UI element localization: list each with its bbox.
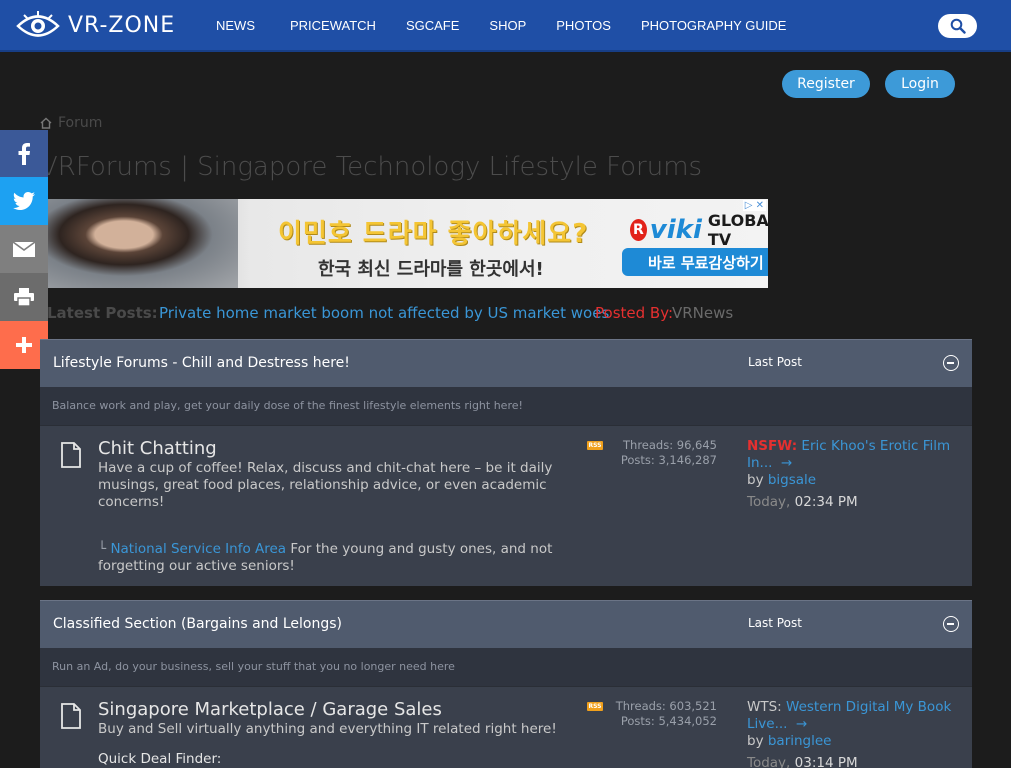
rss-icon[interactable]: RSS	[587, 441, 603, 450]
nav-news[interactable]: NEWS	[216, 18, 255, 33]
posted-by-label: Posted By:	[595, 304, 674, 322]
home-icon[interactable]	[40, 117, 52, 129]
latest-post-author[interactable]: VRNews	[672, 304, 733, 322]
section-description: Balance work and play, get your daily do…	[40, 387, 972, 425]
nav-photos[interactable]: PHOTOS	[556, 18, 611, 33]
ad-headline: 이민호 드라마 좋아하세요?	[278, 219, 589, 249]
section-description-text: Balance work and play, get your daily do…	[52, 399, 523, 412]
print-share-button[interactable]	[0, 273, 48, 321]
go-to-post-icon[interactable]: →	[777, 455, 792, 471]
top-nav: VR-ZONE NEWS PRICEWATCH SGCAFE SHOP PHOT…	[0, 0, 1011, 52]
last-post-user[interactable]: bigsale	[768, 472, 816, 488]
nav-pricewatch[interactable]: PRICEWATCH	[290, 18, 376, 33]
section-title[interactable]: Classified Section (Bargains and Lelongs…	[53, 616, 342, 632]
section-header-lifestyle: Lifestyle Forums - Chill and Destress he…	[40, 339, 972, 387]
last-post-info: WTS: Western Digital My Book Live... → b…	[747, 699, 952, 768]
collapse-icon[interactable]	[943, 616, 959, 632]
logo[interactable]: VR-ZONE	[14, 9, 175, 41]
ad-brand: R viki GLOBAL TV	[630, 211, 768, 249]
section-title[interactable]: Lifestyle Forums - Chill and Destress he…	[53, 355, 350, 371]
last-post-header: Last Post	[748, 616, 802, 630]
latest-posts-label: Latest Posts:	[47, 304, 158, 322]
ad-brand-r-icon: R	[630, 219, 647, 241]
twitter-share-button[interactable]	[0, 177, 48, 225]
twitter-icon	[13, 192, 35, 210]
quick-deal-finder-label: Quick Deal Finder:	[98, 751, 222, 767]
plus-icon	[16, 337, 32, 353]
facebook-icon	[18, 143, 30, 165]
forum-stats: Threads: 96,645 Posts: 3,146,287	[621, 438, 717, 468]
email-share-button[interactable]	[0, 225, 48, 273]
subforum-national-service: └ National Service Info Area For the you…	[98, 541, 568, 575]
facebook-share-button[interactable]	[0, 130, 48, 178]
last-post-time: 02:34 PM	[794, 494, 858, 510]
print-icon	[14, 288, 34, 306]
forum-title[interactable]: Chit Chatting	[98, 438, 217, 459]
nav-shop[interactable]: SHOP	[489, 18, 526, 33]
document-icon	[61, 703, 81, 729]
email-icon	[13, 241, 35, 257]
logo-text: VR-ZONE	[68, 12, 176, 38]
post-count: Posts: 5,434,052	[620, 714, 717, 728]
section-description: Run an Ad, do your business, sell your s…	[40, 648, 972, 686]
ad-photo	[48, 199, 238, 288]
search-button[interactable]	[938, 14, 977, 38]
subforum-marker-icon: └	[98, 541, 107, 557]
thread-count: Threads: 96,645	[623, 438, 717, 452]
ad-banner[interactable]: 이민호 드라마 좋아하세요? 한국 최신 드라마를 한곳에서! R viki G…	[48, 199, 768, 288]
breadcrumb-forum[interactable]: Forum	[58, 115, 102, 131]
last-post-info: NSFW: Eric Khoo's Erotic Film In... → by…	[747, 438, 952, 511]
latest-posts: Latest Posts: Private home market boom n…	[47, 304, 733, 322]
last-post-user[interactable]: baringlee	[768, 733, 832, 749]
last-post-day: Today,	[747, 494, 791, 510]
last-post-prefix: NSFW:	[747, 438, 798, 454]
page-title: VRForums | Singapore Technology Lifestyl…	[40, 152, 703, 182]
last-post-prefix: WTS:	[747, 699, 782, 715]
main-nav: NEWS PRICEWATCH SGCAFE SHOP PHOTOS PHOTO…	[216, 18, 816, 33]
nav-photography-guide[interactable]: PHOTOGRAPHY GUIDE	[641, 18, 786, 33]
latest-post-link[interactable]: Private home market boom not affected by…	[159, 304, 609, 322]
last-post-by: by	[747, 472, 764, 488]
register-button[interactable]: Register	[782, 70, 870, 98]
adchoices-icon[interactable]: ▷ ✕	[742, 200, 766, 211]
go-to-post-icon[interactable]: →	[792, 716, 807, 732]
section-description-text: Run an Ad, do your business, sell your s…	[52, 660, 455, 673]
search-icon	[950, 18, 966, 34]
eye-logo-icon	[16, 11, 60, 37]
last-post-header: Last Post	[748, 355, 802, 369]
forum-stats: Threads: 603,521 Posts: 5,434,052	[616, 699, 717, 729]
ad-brand-globaltv: GLOBAL TV	[707, 211, 768, 249]
ad-brand-viki: viki	[649, 215, 702, 245]
ad-subtext: 한국 최신 드라마를 한곳에서!	[318, 259, 544, 280]
last-post-by: by	[747, 733, 764, 749]
ad-cta-button[interactable]: 바로 무료감상하기 ▶	[622, 248, 768, 276]
forum-title[interactable]: Singapore Marketplace / Garage Sales	[98, 699, 442, 720]
collapse-icon[interactable]	[943, 355, 959, 371]
scrollbar-track[interactable]	[1011, 0, 1024, 768]
last-post-time: 03:14 PM	[794, 755, 858, 768]
forum-description: Have a cup of coffee! Relax, discuss and…	[98, 460, 553, 510]
document-icon	[61, 442, 81, 468]
ad-cta-label: 바로 무료감상하기	[648, 253, 764, 272]
forum-description: Buy and Sell virtually anything and ever…	[98, 721, 557, 737]
nav-sgcafe[interactable]: SGCAFE	[406, 18, 459, 33]
thread-count: Threads: 603,521	[615, 699, 717, 713]
rss-icon[interactable]: RSS	[587, 702, 603, 711]
post-count: Posts: 3,146,287	[620, 453, 717, 467]
breadcrumb: Forum	[40, 115, 102, 131]
forum-row-marketplace: Singapore Marketplace / Garage Sales Buy…	[40, 686, 972, 768]
last-post-day: Today,	[747, 755, 791, 768]
section-header-classified: Classified Section (Bargains and Lelongs…	[40, 600, 972, 648]
login-button[interactable]: Login	[885, 70, 955, 98]
subforum-link[interactable]: National Service Info Area	[110, 541, 286, 557]
forum-row-chit-chatting: Chit Chatting Have a cup of coffee! Rela…	[40, 425, 972, 586]
